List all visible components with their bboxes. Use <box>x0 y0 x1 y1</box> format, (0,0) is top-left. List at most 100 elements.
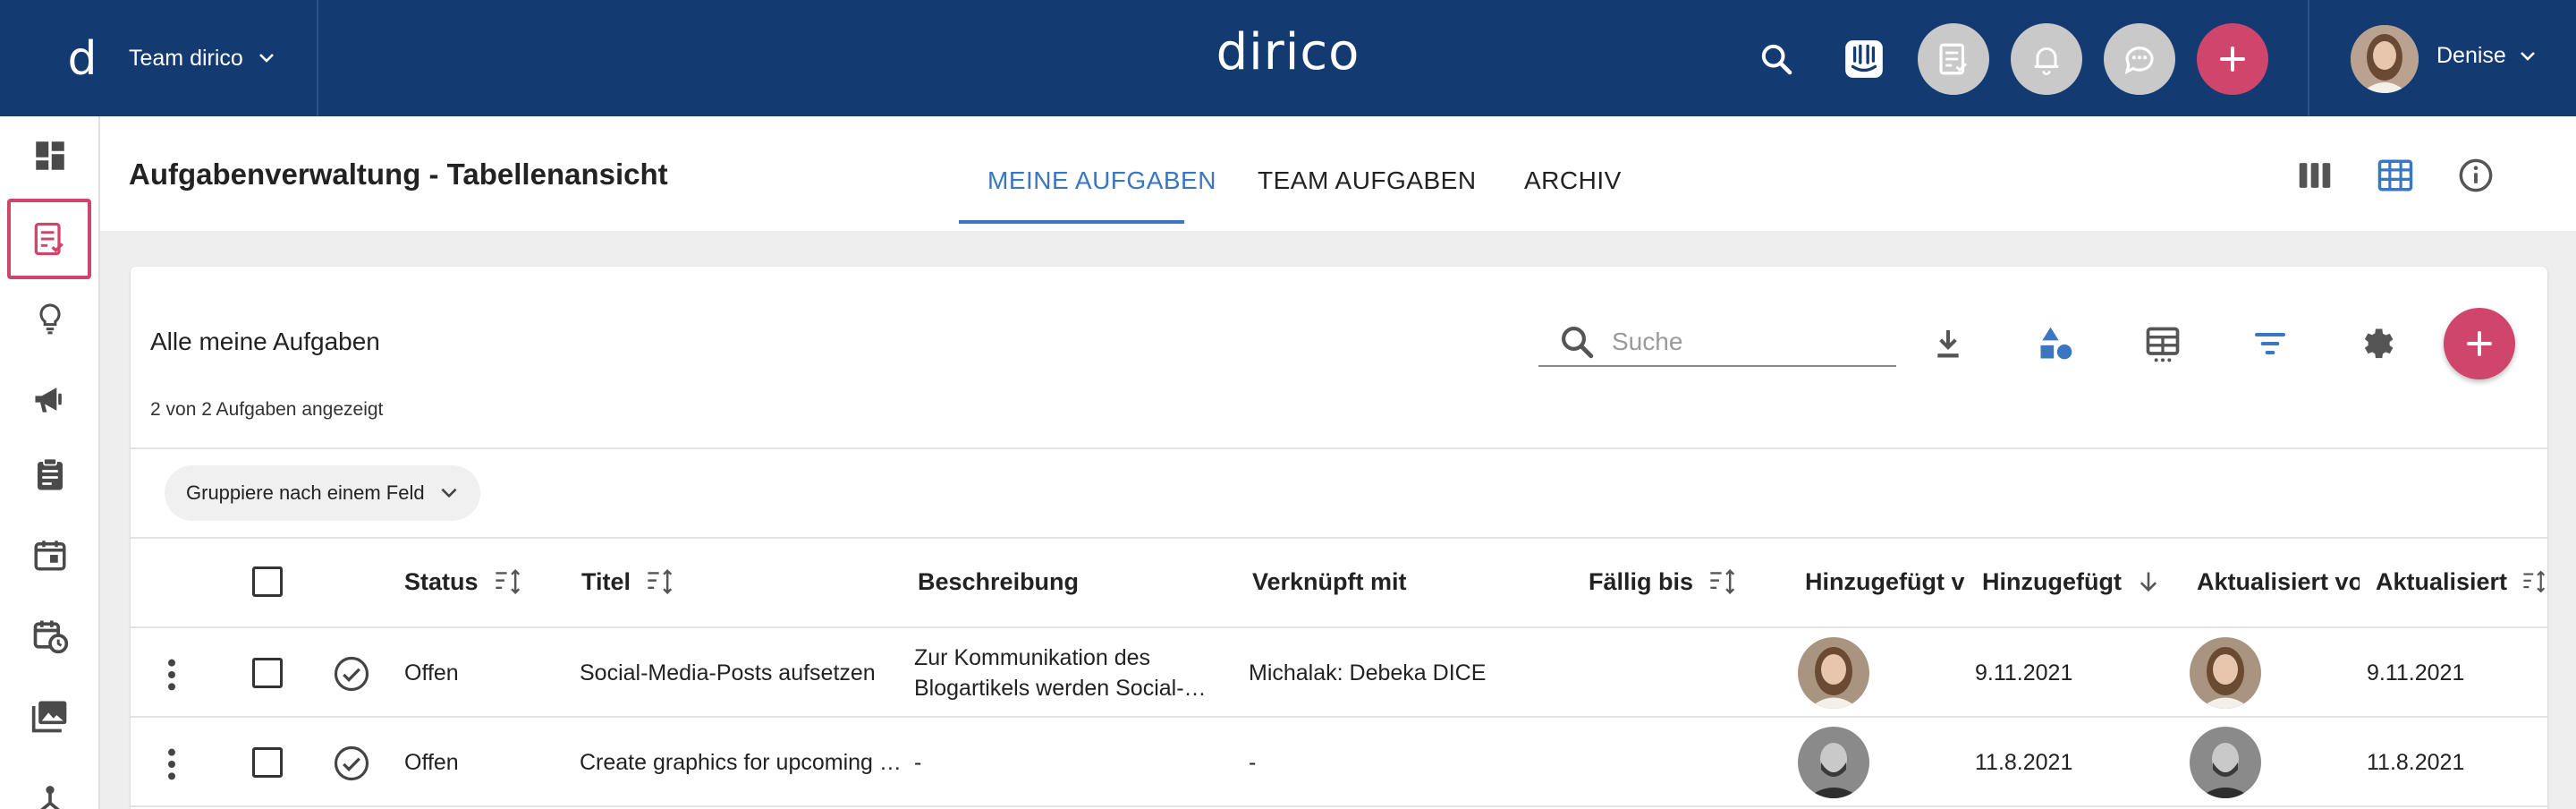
group-by-chip[interactable]: Gruppiere nach einem Feld <box>165 465 480 521</box>
plus-icon <box>2467 331 2492 356</box>
select-all-checkbox[interactable] <box>252 566 283 597</box>
divider <box>131 537 2547 539</box>
column-header-due[interactable]: Fällig bis <box>1589 564 1738 600</box>
avatar <box>1798 727 1869 798</box>
table-row[interactable]: Offen Social-Media-Posts aufsetzen Zur K… <box>131 628 2547 718</box>
team-switcher[interactable]: Team dirico <box>129 39 277 77</box>
tab-team-tasks[interactable]: TEAM AUFGABEN <box>1258 166 1477 195</box>
column-header-description[interactable]: Beschreibung <box>918 564 1079 600</box>
search-icon <box>1562 327 1594 359</box>
app-logo[interactable]: d <box>57 34 107 84</box>
bell-icon[interactable] <box>2011 23 2082 95</box>
cell-linked[interactable]: Michalak: Debeka DICE <box>1249 660 1562 686</box>
avatar <box>1798 637 1869 709</box>
cell-status: Offen <box>404 660 459 686</box>
calendar-clock-icon <box>33 620 69 654</box>
columns-button[interactable] <box>2138 319 2188 369</box>
sidebar-item-campaigns[interactable] <box>9 360 91 439</box>
cell-added: 9.11.2021 <box>1975 660 2073 686</box>
lightbulb-icon <box>39 303 61 335</box>
card-title: Alle meine Aufgaben <box>150 328 380 355</box>
task-count: 2 von 2 Aufgaben angezeigt <box>150 399 384 420</box>
check-circle-icon[interactable] <box>333 745 370 782</box>
task-notes-icon[interactable] <box>1918 23 1989 95</box>
cell-added: 11.8.2021 <box>1975 750 2073 775</box>
download-icon <box>1937 330 1959 358</box>
categories-button[interactable] <box>2030 319 2080 369</box>
tab-my-tasks[interactable]: MEINE AUFGABEN <box>987 166 1216 195</box>
sidebar-item-calendar[interactable] <box>9 515 91 594</box>
download-button[interactable] <box>1923 319 1973 369</box>
gear-icon <box>2364 328 2394 359</box>
filter-button[interactable] <box>2245 319 2295 369</box>
column-header-linked[interactable]: Verknüpft mit <box>1252 564 1407 600</box>
chat-icon[interactable] <box>2104 23 2175 95</box>
column-header-updated-by[interactable]: Aktualisiert vo <box>2197 564 2360 600</box>
chevron-down-icon <box>258 54 274 63</box>
cell-updated: 9.11.2021 <box>2367 660 2465 686</box>
sidebar-item-network[interactable] <box>9 757 91 809</box>
column-header-added-by[interactable]: Hinzugefügt v <box>1805 564 1970 600</box>
sidebar <box>0 116 100 809</box>
top-bar: d Team dirico dirico Denise <box>0 0 2576 116</box>
sidebar-item-ideas[interactable] <box>9 279 91 358</box>
intercom-icon[interactable] <box>1841 36 1887 82</box>
media-library-icon <box>31 701 67 733</box>
chevron-down-icon <box>2520 51 2535 61</box>
column-header-added[interactable]: Hinzugefügt <box>1982 564 2161 600</box>
brand-name: dirico <box>1216 23 1360 81</box>
tasks-card: Alle meine Aufgaben 2 von 2 Aufgaben ang… <box>131 267 2547 809</box>
column-header-status[interactable]: Status <box>404 564 523 600</box>
sidebar-item-tasks[interactable] <box>7 199 91 279</box>
divider <box>131 447 2547 449</box>
sidebar-item-dashboard[interactable] <box>9 116 91 195</box>
active-tab-indicator <box>959 220 1184 224</box>
filter-icon <box>2255 333 2285 354</box>
tab-archive[interactable]: ARCHIV <box>1524 166 1622 195</box>
clipboard-icon <box>38 457 63 490</box>
cell-description: Zur Kommunikation des Blogartikels werde… <box>914 645 1207 701</box>
user-name: Denise <box>2436 43 2506 68</box>
group-by-label: Gruppiere nach einem Feld <box>186 481 425 504</box>
sidebar-item-schedule[interactable] <box>9 596 91 675</box>
row-checkbox[interactable] <box>252 658 283 688</box>
info-icon[interactable] <box>2456 156 2496 195</box>
kanban-view-icon[interactable] <box>2295 156 2334 195</box>
table-row[interactable]: Offen Create graphics for upcoming … - -… <box>131 718 2547 807</box>
settings-button[interactable] <box>2352 319 2402 369</box>
team-label: Team dirico <box>129 45 243 71</box>
page-title: Aufgabenverwaltung - Tabellenansicht <box>129 158 668 191</box>
network-icon <box>40 786 60 809</box>
sort-icon <box>648 568 673 595</box>
more-vertical-icon[interactable] <box>163 657 181 693</box>
sidebar-item-media[interactable] <box>9 677 91 755</box>
cell-title[interactable]: Create graphics for upcoming … <box>580 750 902 776</box>
cell-linked[interactable]: - <box>1249 750 1256 776</box>
chevron-down-icon <box>441 488 457 498</box>
table-view-icon[interactable] <box>2376 156 2415 195</box>
search-icon[interactable] <box>1755 38 1798 81</box>
cell-title[interactable]: Social-Media-Posts aufsetzen <box>580 660 902 686</box>
cell-status: Offen <box>404 750 459 775</box>
column-header-updated[interactable]: Aktualisiert <box>2376 564 2547 600</box>
search-field[interactable] <box>1538 319 1896 367</box>
cell-updated: 11.8.2021 <box>2367 750 2465 775</box>
user-menu[interactable]: Denise <box>2436 43 2538 69</box>
row-checkbox[interactable] <box>252 747 283 778</box>
search-input[interactable] <box>1612 328 1880 356</box>
megaphone-icon <box>35 387 62 413</box>
more-vertical-icon[interactable] <box>163 746 181 782</box>
table-columns-icon <box>2146 327 2180 362</box>
check-circle-icon[interactable] <box>333 655 370 693</box>
create-new-icon[interactable] <box>2197 23 2268 95</box>
column-header-title[interactable]: Titel <box>581 564 675 600</box>
avatar <box>2190 727 2261 798</box>
sort-icon <box>1710 568 1735 595</box>
divider <box>317 0 318 116</box>
dashboard-icon <box>36 141 64 170</box>
sort-icon <box>495 568 520 595</box>
cell-description: - <box>914 750 922 775</box>
sidebar-item-briefings[interactable] <box>9 435 91 514</box>
add-task-button[interactable] <box>2444 308 2515 379</box>
user-avatar[interactable] <box>2351 25 2419 93</box>
